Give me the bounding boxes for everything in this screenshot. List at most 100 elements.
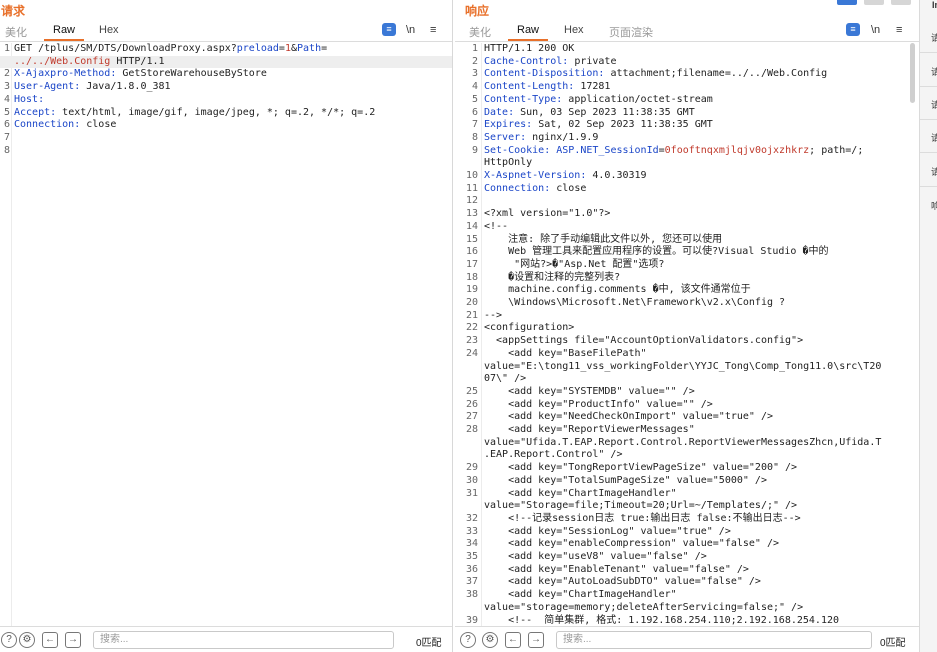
forward-arrow-icon[interactable]: → [528, 632, 544, 648]
line-content: GET /tplus/SM/DTS/DownloadProxy.aspx?pre… [14, 43, 328, 54]
code-line: 30 <add key="TotalSumPageSize" value="50… [455, 475, 919, 488]
code-line: 11 Connection: close [455, 183, 919, 196]
line-content: value="Ufida.T.EAP.Report.Control.Report… [484, 436, 882, 448]
inspector-item[interactable]: 请 [931, 165, 937, 178]
code-line: 12 [455, 195, 919, 208]
help-icon[interactable]: ? [460, 632, 476, 648]
line-number: 22 [465, 322, 478, 334]
line-content: <?xml version="1.0"?> [484, 208, 611, 220]
code-line: 39 <!-- 简单集群, 格式: 1.192.168.254.110;2.19… [455, 615, 919, 627]
line-content: <add key="SessionLog" value="true" /> [484, 525, 731, 537]
request-pane: 请求 美化 Raw Hex ≡ \n ≡ 1 GET /tplus/SM/DTS/… [0, 0, 453, 652]
line-number: 5 [3, 106, 10, 118]
line-number: 28 [465, 424, 478, 435]
line-number: 6 [3, 119, 10, 131]
line-number: 14 [465, 220, 478, 232]
layout-horizontal-icon[interactable] [864, 0, 884, 5]
back-arrow-icon[interactable]: ← [505, 632, 521, 648]
back-arrow-icon[interactable]: ← [42, 632, 58, 648]
inspector-item[interactable]: 响 [931, 199, 937, 212]
line-number: 25 [465, 385, 478, 397]
help-icon[interactable]: ? [1, 632, 17, 648]
code-line: 34 <add key="enableCompression" value="f… [455, 538, 919, 551]
line-content: "网站?>�"Asp.Net 配置"选项? [484, 258, 665, 270]
line-content: Content-Type: application/octet-stream [484, 93, 713, 105]
line-content: value="Storage=file;Timeout=20;Url=~/Tem… [484, 500, 798, 512]
tab-pretty[interactable]: 美化 [5, 24, 27, 40]
response-editor[interactable]: 1 HTTP/1.1 200 OK 2 Cache-Control: private 3… [455, 43, 919, 626]
code-line: 07\" /> [455, 373, 919, 386]
code-line: 32 <!--记录session日志 true:输出日志 false:不输出日志… [455, 513, 919, 526]
code-line: ../../Web.Config HTTP/1.1 [0, 55, 452, 69]
line-number: 21 [465, 309, 478, 321]
request-editor[interactable]: 1 GET /tplus/SM/DTS/DownloadProxy.aspx?pr… [0, 43, 452, 626]
inspector-item[interactable]: 请 [931, 131, 937, 144]
inspector-item[interactable]: 请 [931, 65, 937, 78]
line-content: 07\" /> [484, 373, 527, 385]
line-number: 5 [471, 93, 478, 105]
code-line: 2 X-Ajaxpro-Method: GetStoreWarehouseBySt… [0, 68, 452, 81]
line-content: <!-- [484, 220, 509, 232]
response-title: 响应 [465, 4, 490, 18]
code-line: 9 Set-Cookie: ASP.NET_SessionId=0fooftnqx… [455, 145, 919, 158]
code-line: value="Storage=file;Timeout=20;Url=~/Tem… [455, 500, 919, 513]
inspector-item[interactable]: 请 [931, 98, 937, 111]
line-number: 3 [3, 81, 10, 93]
forward-arrow-icon[interactable]: → [65, 632, 81, 648]
tab-raw[interactable]: Raw [507, 24, 549, 41]
code-line: 14 <!-- [455, 221, 919, 234]
newline-toggle[interactable]: \n [871, 23, 880, 37]
line-number: 7 [3, 131, 10, 143]
line-number: 2 [471, 55, 478, 67]
wrap-icon[interactable]: ≡ [382, 23, 396, 36]
line-content: Cache-Control: private [484, 55, 617, 67]
layout-split-icon[interactable] [837, 0, 857, 5]
code-line: 1 HTTP/1.1 200 OK [455, 43, 919, 56]
inspector-item[interactable]: 请 [931, 31, 937, 44]
line-content: <add key="ChartImageHandler" [484, 589, 677, 601]
code-line: 37 <add key="AutoLoadSubDTO" value="fals… [455, 576, 919, 589]
tab-pretty[interactable]: 美化 [469, 24, 491, 40]
tab-render[interactable]: 页面渲染 [609, 24, 653, 40]
line-number: 30 [465, 474, 478, 486]
line-number: 10 [465, 170, 478, 181]
line-number: 13 [465, 208, 478, 220]
line-content: <add key="SYSTEMDB" value="" /> [484, 385, 695, 397]
line-number: 4 [471, 81, 478, 93]
wrap-icon[interactable]: ≡ [846, 23, 860, 36]
code-line: 27 <add key="NeedCheckOnImport" value="t… [455, 411, 919, 424]
menu-icon[interactable]: ≡ [896, 23, 902, 37]
code-line: 1 GET /tplus/SM/DTS/DownloadProxy.aspx?pr… [0, 43, 452, 56]
tab-hex[interactable]: Hex [99, 24, 119, 36]
tab-raw[interactable]: Raw [43, 24, 85, 41]
line-content: Connection: close [484, 182, 587, 194]
code-line: 6 Connection: close [0, 119, 452, 132]
line-content: Expires: Sat, 02 Sep 2023 11:38:35 GMT [484, 119, 713, 131]
code-line: 3 User-Agent: Java/1.8.0_381 [0, 81, 452, 94]
layout-vertical-icon[interactable] [891, 0, 911, 5]
line-content: X-Ajaxpro-Method: GetStoreWarehouseBySto… [14, 68, 267, 80]
line-content: <add key="enableCompression" value="fals… [484, 538, 780, 550]
line-content: <appSettings file="AccountOptionValidato… [484, 335, 804, 347]
line-content: .EAP.Report.Control" /> [484, 449, 623, 461]
menu-icon[interactable]: ≡ [430, 23, 436, 37]
line-content: value="E:\tong11_vss_workingFolder\YYJC_… [484, 360, 882, 372]
line-content: <add key="AutoLoadSubDTO" value="false" … [484, 576, 761, 588]
line-number: 3 [471, 68, 478, 80]
line-content: Date: Sun, 03 Sep 2023 11:38:35 GMT [484, 106, 695, 118]
line-number: 32 [465, 512, 478, 524]
line-content: <add key="BaseFilePath" [484, 347, 647, 359]
settings-icon[interactable]: ⚙ [19, 632, 35, 648]
code-line: 33 <add key="SessionLog" value="true" /> [455, 526, 919, 539]
line-content: <add key="EnableTenant" value="false" /> [484, 563, 749, 575]
response-scrollbar[interactable] [910, 43, 915, 103]
response-search-input[interactable]: 搜索... [556, 631, 872, 649]
code-line: 5 Content-Type: application/octet-stream [455, 94, 919, 107]
settings-icon[interactable]: ⚙ [482, 632, 498, 648]
code-line: 21 --> [455, 310, 919, 323]
request-search-input[interactable]: 搜索... [93, 631, 394, 649]
line-number: 19 [465, 284, 478, 296]
newline-toggle[interactable]: \n [406, 23, 415, 37]
code-line: 15 注意: 除了手动编辑此文件以外, 您还可以使用 [455, 234, 919, 247]
tab-hex[interactable]: Hex [564, 24, 584, 36]
